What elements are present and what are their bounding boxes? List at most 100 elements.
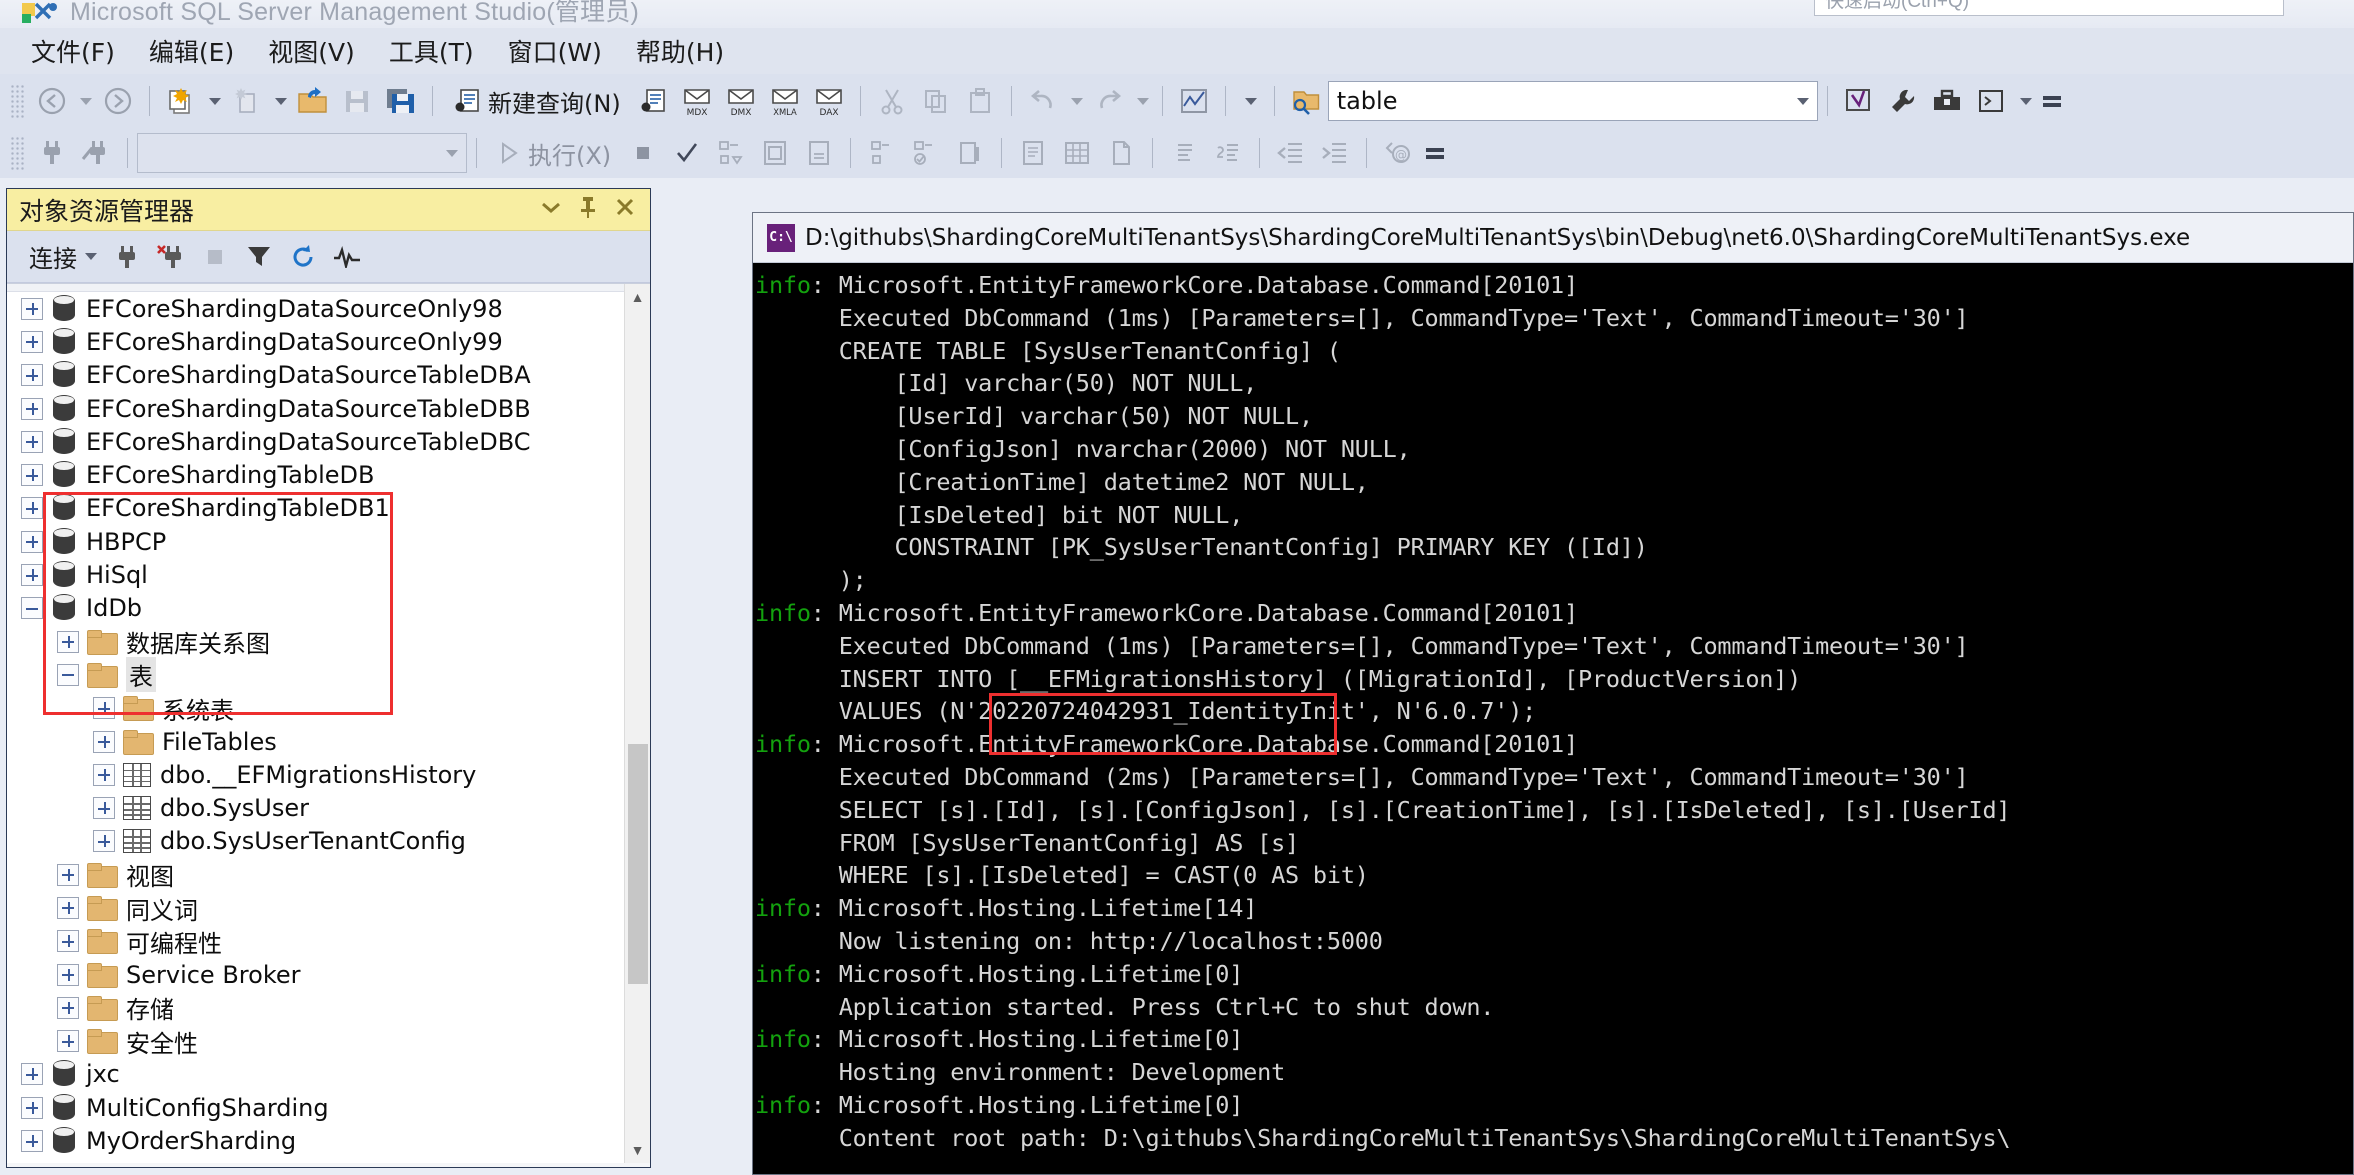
dmx-query-icon[interactable]: DMX bbox=[719, 80, 763, 122]
scrollbar-thumb[interactable] bbox=[628, 744, 648, 984]
include-actual-plan-icon[interactable] bbox=[860, 132, 904, 174]
new-project-dropdown-icon[interactable] bbox=[203, 80, 225, 122]
close-icon[interactable] bbox=[614, 196, 636, 223]
tree-item[interactable]: jxc bbox=[7, 1058, 650, 1091]
disconnect-icon[interactable] bbox=[151, 237, 191, 277]
disconnect-icon[interactable] bbox=[74, 132, 118, 174]
toolbox-icon[interactable] bbox=[1925, 80, 1969, 122]
xmla-query-icon[interactable]: XMLA bbox=[763, 80, 807, 122]
menu-tools[interactable]: 工具(T) bbox=[372, 29, 491, 73]
tree-item[interactable]: 存储 bbox=[7, 991, 650, 1024]
include-client-stats-icon[interactable] bbox=[948, 132, 992, 174]
parse-check-icon[interactable] bbox=[665, 132, 709, 174]
execute-button[interactable]: 执行(X) bbox=[486, 132, 621, 174]
open-file-icon[interactable] bbox=[291, 80, 335, 122]
display-estimated-plan-icon[interactable] bbox=[709, 132, 753, 174]
dax-query-icon[interactable]: DAX bbox=[807, 80, 851, 122]
tree-item[interactable]: FileTables bbox=[7, 725, 650, 758]
paste-icon[interactable] bbox=[958, 80, 1002, 122]
menu-help[interactable]: 帮助(H) bbox=[619, 29, 741, 73]
expand-plus-icon[interactable] bbox=[57, 864, 79, 886]
tree-item[interactable]: EFCoreShardingTableDB bbox=[7, 458, 650, 491]
expand-plus-icon[interactable] bbox=[93, 797, 115, 819]
expand-plus-icon[interactable] bbox=[93, 731, 115, 753]
tree-item[interactable]: dbo.SysUserTenantConfig bbox=[7, 825, 650, 858]
expand-plus-icon[interactable] bbox=[21, 1097, 43, 1119]
analysis-query-icon[interactable] bbox=[631, 80, 675, 122]
comment-icon[interactable] bbox=[1162, 132, 1206, 174]
expand-plus-icon[interactable] bbox=[21, 1063, 43, 1085]
visual-studio-icon[interactable] bbox=[1837, 80, 1881, 122]
toolbar-expand-icon[interactable] bbox=[1426, 148, 1444, 159]
expand-plus-icon[interactable] bbox=[21, 531, 43, 553]
redo-icon[interactable] bbox=[1087, 80, 1131, 122]
expand-plus-icon[interactable] bbox=[21, 364, 43, 386]
undo-dropdown-icon[interactable] bbox=[1065, 80, 1087, 122]
expand-plus-icon[interactable] bbox=[21, 331, 43, 353]
tree-item[interactable]: dbo.SysUser bbox=[7, 791, 650, 824]
activity-monitor-icon[interactable] bbox=[327, 237, 367, 277]
copy-icon[interactable] bbox=[914, 80, 958, 122]
tree-item[interactable]: 表 bbox=[7, 658, 650, 691]
results-to-file-icon[interactable] bbox=[1099, 132, 1143, 174]
expand-plus-icon[interactable] bbox=[93, 697, 115, 719]
collapse-minus-icon[interactable] bbox=[21, 597, 43, 619]
filter-icon[interactable] bbox=[239, 237, 279, 277]
new-item-icon[interactable] bbox=[225, 80, 269, 122]
expand-plus-icon[interactable] bbox=[57, 631, 79, 653]
tree-item[interactable]: 视图 bbox=[7, 858, 650, 891]
menu-edit[interactable]: 编辑(E) bbox=[132, 29, 251, 73]
results-to-text-icon[interactable] bbox=[1011, 132, 1055, 174]
toolbar-expand-icon[interactable] bbox=[2043, 96, 2061, 107]
quick-launch-input[interactable]: 快速启动(Ctrl+Q) bbox=[1814, 0, 2284, 16]
save-all-icon[interactable] bbox=[379, 80, 423, 122]
connect-icon[interactable] bbox=[107, 237, 147, 277]
tree-item[interactable]: EFCoreShardingDataSourceTableDBA bbox=[7, 359, 650, 392]
include-live-stats-icon[interactable] bbox=[904, 132, 948, 174]
new-project-icon[interactable] bbox=[159, 80, 203, 122]
tree-item[interactable]: 数据库关系图 bbox=[7, 625, 650, 658]
terminal-dropdown-icon[interactable] bbox=[2013, 80, 2037, 122]
expand-plus-icon[interactable] bbox=[21, 398, 43, 420]
tree-item[interactable]: IdDb bbox=[7, 592, 650, 625]
forward-icon[interactable] bbox=[96, 80, 140, 122]
save-icon[interactable] bbox=[335, 80, 379, 122]
terminal-icon[interactable] bbox=[1969, 80, 2013, 122]
menu-view[interactable]: 视图(V) bbox=[251, 29, 372, 73]
decrease-indent-icon[interactable] bbox=[1269, 132, 1313, 174]
chevron-down-icon[interactable] bbox=[1797, 98, 1809, 105]
results-to-grid-icon[interactable] bbox=[1055, 132, 1099, 174]
activity-monitor-icon[interactable] bbox=[1172, 80, 1216, 122]
expand-plus-icon[interactable] bbox=[93, 830, 115, 852]
tree-item[interactable]: dbo.__EFMigrationsHistory bbox=[7, 758, 650, 791]
collapse-minus-icon[interactable] bbox=[57, 664, 79, 686]
database-combo[interactable] bbox=[137, 133, 467, 173]
tree-item[interactable]: HBPCP bbox=[7, 525, 650, 558]
increase-indent-icon[interactable] bbox=[1313, 132, 1357, 174]
tree-item[interactable]: EFCoreShardingDataSourceTableDBC bbox=[7, 425, 650, 458]
back-icon[interactable] bbox=[30, 80, 74, 122]
scroll-up-icon[interactable]: ▲ bbox=[625, 284, 650, 310]
expand-plus-icon[interactable] bbox=[57, 964, 79, 986]
tree-item[interactable]: 系统表 bbox=[7, 692, 650, 725]
intellisense-icon[interactable] bbox=[753, 132, 797, 174]
expand-plus-icon[interactable] bbox=[21, 564, 43, 586]
tree-item[interactable]: EFCoreShardingTableDB1 bbox=[7, 492, 650, 525]
tree-item[interactable]: EFCoreShardingDataSourceTableDBB bbox=[7, 392, 650, 425]
query-options-icon[interactable] bbox=[797, 132, 841, 174]
expand-plus-icon[interactable] bbox=[21, 1130, 43, 1152]
menu-window[interactable]: 窗口(W) bbox=[491, 29, 619, 73]
tree-scrollbar[interactable]: ▲ ▼ bbox=[624, 284, 650, 1163]
uncomment-icon[interactable] bbox=[1206, 132, 1250, 174]
chevron-down-icon[interactable] bbox=[85, 253, 97, 260]
menu-file[interactable]: 文件(F) bbox=[14, 29, 132, 73]
redo-dropdown-icon[interactable] bbox=[1131, 80, 1153, 122]
expand-plus-icon[interactable] bbox=[21, 298, 43, 320]
pin-icon[interactable] bbox=[578, 195, 598, 224]
stop-icon[interactable] bbox=[195, 237, 235, 277]
expand-plus-icon[interactable] bbox=[57, 930, 79, 952]
expand-plus-icon[interactable] bbox=[57, 897, 79, 919]
new-query-button[interactable]: 新建查询(N) bbox=[442, 80, 631, 122]
object-explorer-tree[interactable]: EFCoreShardingDataSourceOnly98EFCoreShar… bbox=[7, 283, 650, 1163]
chevron-down-icon[interactable] bbox=[540, 200, 562, 219]
